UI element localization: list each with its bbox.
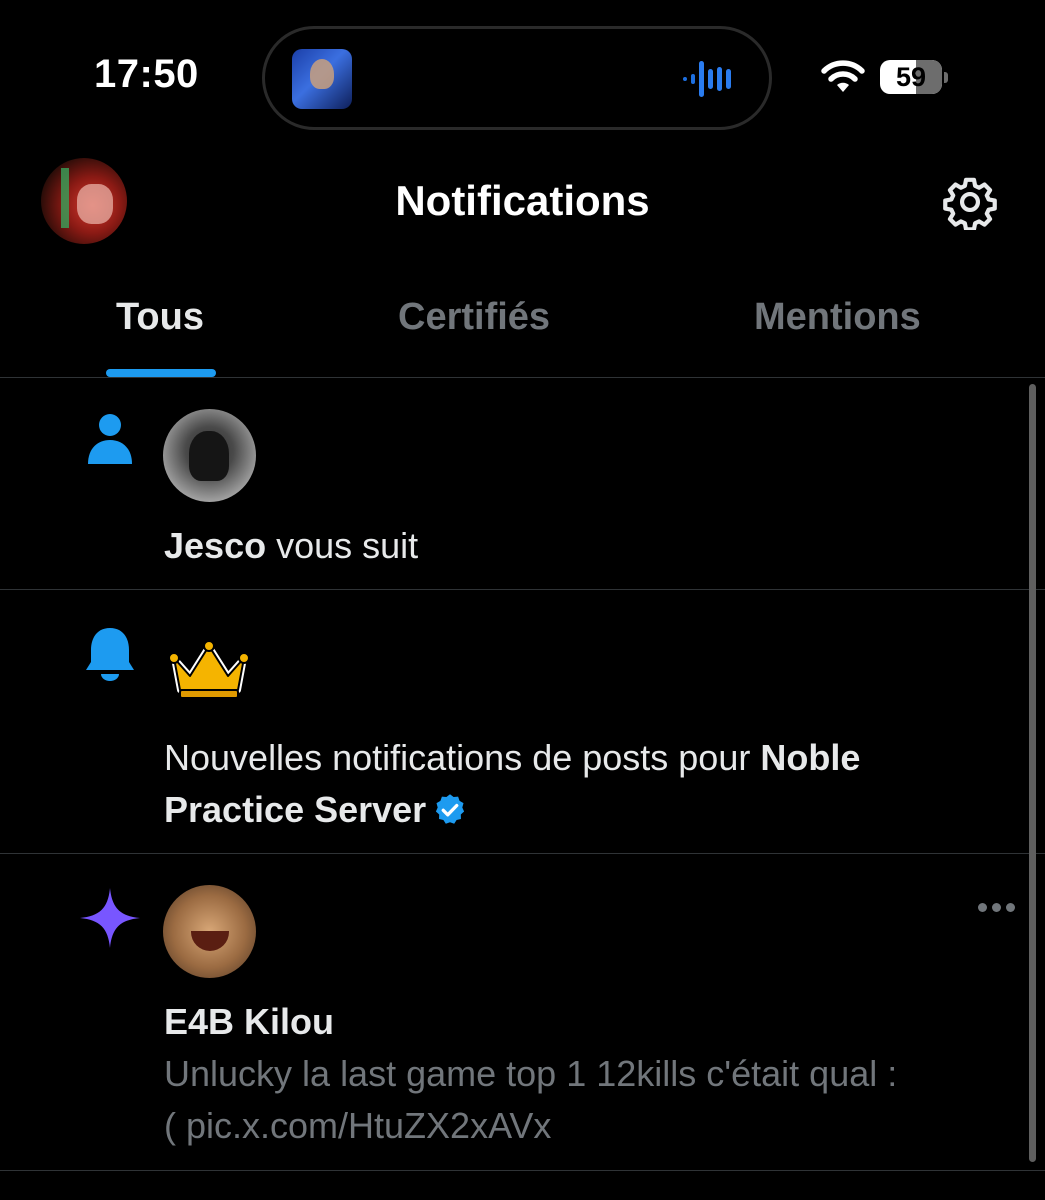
dynamic-island[interactable] — [262, 26, 772, 130]
avatar-jesco[interactable] — [163, 409, 256, 502]
tab-tous[interactable]: Tous — [116, 296, 204, 339]
notification-author: E4B Kilou — [164, 996, 334, 1048]
post-preview[interactable]: Unlucky la last game top 1 12kills c'éta… — [164, 1048, 897, 1152]
more-dots-icon[interactable] — [978, 903, 1018, 915]
now-playing-artwork — [292, 49, 352, 109]
notifications-screen: 17:50 59 Notifications Tous Certifiés Me… — [0, 0, 1045, 1200]
wifi-icon — [821, 60, 865, 92]
gear-icon[interactable] — [942, 174, 998, 230]
author-name[interactable]: E4B Kilou — [164, 1001, 334, 1042]
tab-mentions[interactable]: Mentions — [754, 296, 921, 339]
avatar-e4b-kilou[interactable] — [163, 885, 256, 978]
bell-icon — [86, 628, 134, 681]
page-title: Notifications — [395, 177, 650, 224]
user-name[interactable]: Jesco — [164, 525, 266, 566]
sparkle-icon — [80, 888, 140, 948]
person-icon — [88, 414, 132, 464]
active-tab-indicator — [106, 369, 216, 377]
battery-indicator: 59 — [880, 60, 942, 94]
scrollbar[interactable] — [1029, 384, 1036, 1162]
status-time: 17:50 — [94, 52, 199, 96]
crown-emoji-icon — [168, 640, 250, 699]
row-divider — [0, 1170, 1045, 1171]
account-name-part2[interactable]: Practice Server — [164, 789, 426, 830]
notification-follow[interactable] — [0, 378, 1030, 588]
post-alert-message: Nouvelles notifications de posts pour — [164, 737, 761, 778]
notification-follow-text: Jesco vous suit — [164, 520, 418, 572]
follow-message: vous suit — [266, 525, 419, 566]
post-preview-line1: Unlucky la last game top 1 12kills c'éta… — [164, 1053, 898, 1094]
account-name-part1[interactable]: Noble — [760, 737, 860, 778]
tab-certifies[interactable]: Certifiés — [398, 296, 550, 339]
battery-level: 59 — [895, 61, 927, 92]
audio-waveform-icon — [683, 61, 731, 97]
post-preview-line2: ( pic.x.com/HtuZX2xAVx — [164, 1105, 552, 1146]
notification-post-alert-text: Nouvelles notifications de posts pour No… — [164, 732, 860, 836]
battery-nub — [944, 72, 948, 83]
verified-badge-icon — [436, 794, 465, 824]
